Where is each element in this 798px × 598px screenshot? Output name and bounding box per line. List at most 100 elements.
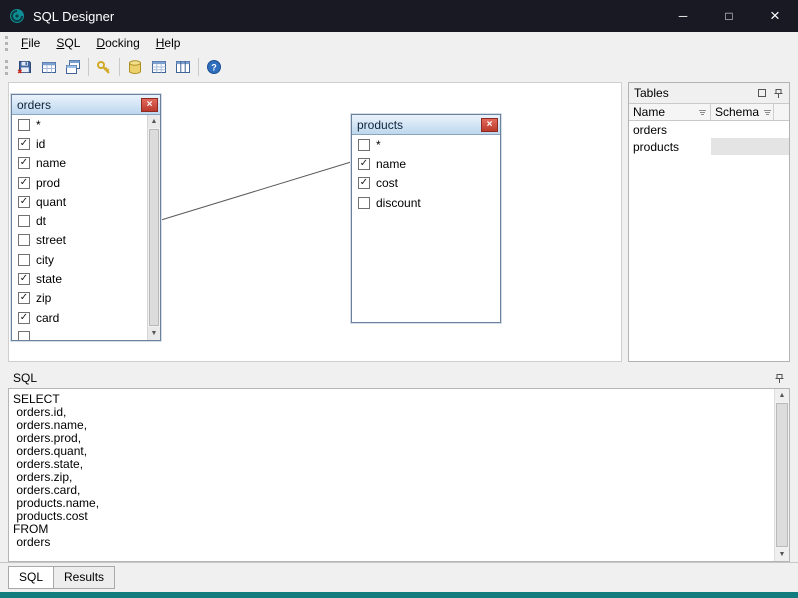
sql-panel-buttons bbox=[774, 373, 785, 384]
save-icon bbox=[17, 59, 33, 75]
table-window-header[interactable]: products × bbox=[352, 115, 500, 135]
column-row[interactable]: discount bbox=[352, 193, 500, 212]
table-columns-button[interactable] bbox=[171, 55, 195, 79]
copy-table-icon bbox=[65, 59, 81, 75]
column-row[interactable]: * bbox=[12, 115, 147, 134]
column-row[interactable]: ✓ cost bbox=[352, 174, 500, 193]
column-checkbox[interactable]: ✓ bbox=[18, 196, 30, 208]
column-checkbox[interactable] bbox=[18, 331, 30, 340]
column-checkbox[interactable]: ✓ bbox=[358, 177, 370, 189]
sql-text[interactable]: SELECT orders.id, orders.name, orders.pr… bbox=[8, 388, 790, 562]
tab-results[interactable]: Results bbox=[54, 566, 115, 589]
column-checkbox[interactable]: ✓ bbox=[358, 158, 370, 170]
column-checkbox[interactable] bbox=[18, 119, 30, 131]
close-button[interactable]: × bbox=[752, 0, 798, 32]
column-row[interactable]: ✓id bbox=[12, 134, 147, 153]
table-window-header[interactable]: orders × bbox=[12, 95, 160, 115]
column-row[interactable]: ✓ name bbox=[352, 154, 500, 173]
toolbar-separator bbox=[88, 58, 89, 76]
column-header-label: Schema bbox=[715, 105, 759, 119]
toolbar-grip-handle[interactable] bbox=[5, 60, 8, 75]
tab-sql[interactable]: SQL bbox=[8, 566, 54, 589]
table-columns-icon bbox=[175, 59, 191, 75]
column-checkbox[interactable] bbox=[18, 215, 30, 227]
column-label: name bbox=[36, 156, 66, 170]
toolbar-separator bbox=[198, 58, 199, 76]
table-list-row[interactable]: products bbox=[629, 138, 789, 155]
column-checkbox[interactable]: ✓ bbox=[18, 292, 30, 304]
column-row[interactable]: ✓ state bbox=[12, 269, 147, 288]
sql-panel-header: SQL bbox=[8, 368, 790, 388]
menu-help[interactable]: Help bbox=[148, 33, 189, 53]
scroll-thumb[interactable] bbox=[149, 129, 159, 326]
sql-line: products.name, bbox=[13, 496, 771, 509]
tables-panel: Tables Name Schema ordersproducts bbox=[628, 82, 790, 362]
column-checkbox[interactable] bbox=[18, 254, 30, 266]
column-header-label: Name bbox=[633, 105, 665, 119]
column-label: cost bbox=[376, 176, 398, 190]
column-checkbox[interactable]: ✓ bbox=[18, 138, 30, 150]
save-button[interactable] bbox=[13, 55, 37, 79]
sql-panel-title: SQL bbox=[13, 371, 37, 385]
pin-icon[interactable] bbox=[774, 373, 785, 384]
column-row[interactable]: ✓zip bbox=[12, 289, 147, 308]
sql-panel: SQL SELECT orders.id, orders.name, order… bbox=[8, 368, 790, 562]
table-grid-button[interactable] bbox=[147, 55, 171, 79]
menu-sql[interactable]: SQL bbox=[48, 33, 88, 53]
column-checkbox[interactable]: ✓ bbox=[18, 273, 30, 285]
table-scrollbar[interactable]: ▲ ▼ bbox=[147, 115, 160, 340]
pin-icon[interactable] bbox=[773, 88, 784, 99]
column-checkbox[interactable] bbox=[358, 139, 370, 151]
column-row-partial[interactable] bbox=[12, 327, 147, 340]
column-checkbox[interactable]: ✓ bbox=[18, 312, 30, 324]
table-schema-cell bbox=[711, 121, 789, 138]
menubar-grip-handle[interactable] bbox=[5, 36, 8, 51]
menu-file[interactable]: File bbox=[13, 33, 48, 53]
scroll-down-icon[interactable]: ▼ bbox=[148, 327, 160, 340]
float-window-icon[interactable] bbox=[758, 89, 766, 97]
copy-table-button[interactable] bbox=[61, 55, 85, 79]
new-table-icon bbox=[41, 59, 57, 75]
column-label: state bbox=[36, 272, 62, 286]
sql-line: orders.quant, bbox=[13, 444, 771, 457]
toolbar-separator bbox=[119, 58, 120, 76]
column-label: name bbox=[376, 157, 406, 171]
column-row[interactable]: street bbox=[12, 231, 147, 250]
column-header-name[interactable]: Name bbox=[629, 104, 711, 120]
minimize-button[interactable]: ─ bbox=[660, 0, 706, 32]
sql-line: orders.name, bbox=[13, 418, 771, 431]
design-canvas[interactable]: orders × *✓id✓name✓prod✓quantdtstreetcit… bbox=[8, 82, 622, 362]
table-window-orders[interactable]: orders × *✓id✓name✓prod✓quantdtstreetcit… bbox=[11, 94, 161, 341]
menu-docking[interactable]: Docking bbox=[88, 33, 147, 53]
column-checkbox[interactable] bbox=[358, 197, 370, 209]
column-row[interactable]: ✓quant bbox=[12, 192, 147, 211]
table-close-button[interactable]: × bbox=[481, 118, 498, 132]
column-row[interactable]: ✓card bbox=[12, 308, 147, 327]
column-checkbox[interactable] bbox=[18, 234, 30, 246]
bottom-tab-bar: SQL Results bbox=[0, 562, 798, 592]
scroll-up-icon[interactable]: ▲ bbox=[775, 389, 789, 402]
column-checkbox[interactable]: ✓ bbox=[18, 157, 30, 169]
tables-grid-header: Name Schema bbox=[629, 103, 789, 121]
column-row[interactable]: ✓ name bbox=[12, 154, 147, 173]
sql-scrollbar[interactable]: ▲ ▼ bbox=[774, 389, 789, 561]
key-icon bbox=[96, 59, 112, 75]
column-row[interactable]: dt bbox=[12, 211, 147, 230]
table-list-row[interactable]: orders bbox=[629, 121, 789, 138]
key-button[interactable] bbox=[92, 55, 116, 79]
column-row[interactable]: * bbox=[352, 135, 500, 154]
table-window-products[interactable]: products × * ✓ name ✓ cost discount bbox=[351, 114, 501, 323]
column-checkbox[interactable]: ✓ bbox=[18, 177, 30, 189]
maximize-button[interactable]: □ bbox=[706, 0, 752, 32]
database-button[interactable] bbox=[123, 55, 147, 79]
scroll-down-icon[interactable]: ▼ bbox=[775, 548, 789, 561]
column-label: * bbox=[376, 138, 381, 152]
help-button[interactable]: ? bbox=[202, 55, 226, 79]
column-row[interactable]: city bbox=[12, 250, 147, 269]
table-close-button[interactable]: × bbox=[141, 98, 158, 112]
scroll-up-icon[interactable]: ▲ bbox=[148, 115, 160, 128]
column-row[interactable]: ✓prod bbox=[12, 173, 147, 192]
scroll-thumb[interactable] bbox=[776, 403, 788, 547]
new-table-button[interactable] bbox=[37, 55, 61, 79]
column-header-schema[interactable]: Schema bbox=[711, 104, 774, 120]
